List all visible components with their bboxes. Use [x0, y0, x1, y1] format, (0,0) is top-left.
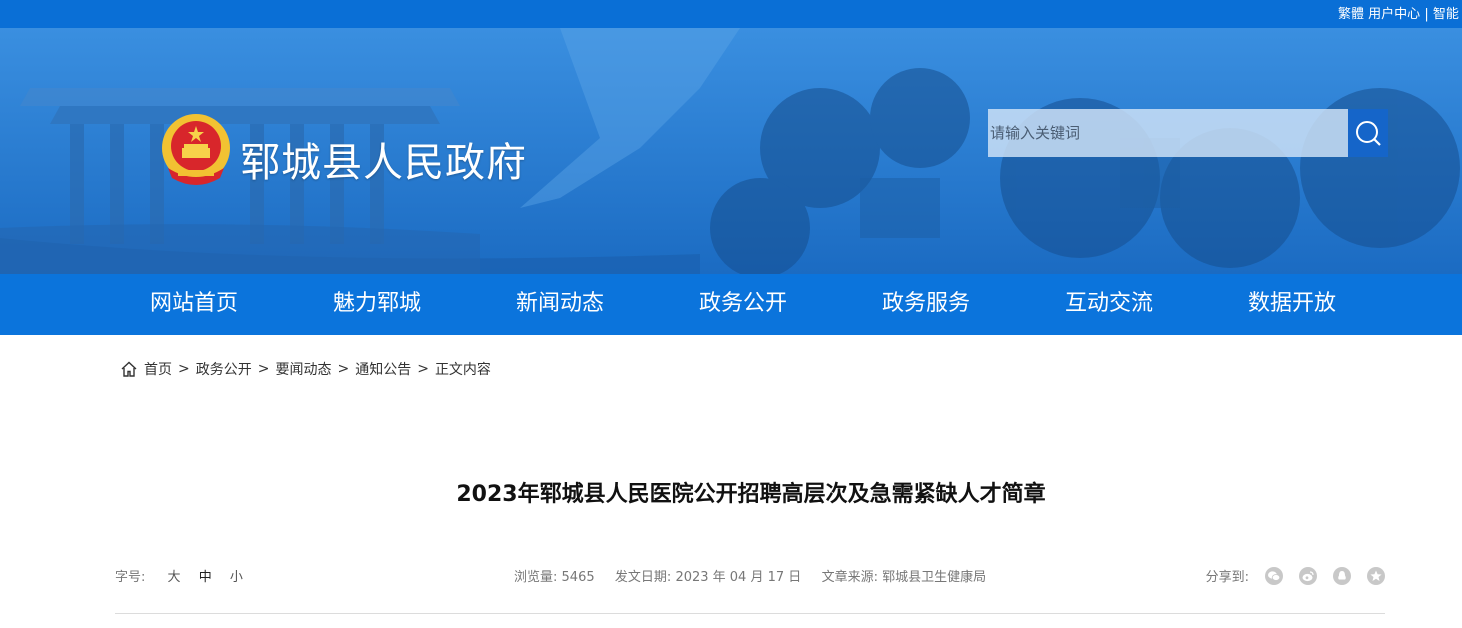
- font-size-large[interactable]: 大: [168, 570, 181, 585]
- share-group: 分享到:: [1206, 566, 1385, 585]
- search-input[interactable]: [988, 109, 1348, 157]
- article-title: 2023年郓城县人民医院公开招聘高层次及急需紧缺人才简章: [456, 482, 1046, 507]
- article-source: 郓城县卫生健康局: [882, 570, 987, 585]
- search-button[interactable]: [1348, 109, 1388, 157]
- nav-item-charm[interactable]: 魅力郓城: [333, 274, 421, 335]
- site-title[interactable]: 郓城县人民政府: [240, 130, 527, 188]
- breadcrumb-separator: >: [417, 361, 429, 377]
- date-label: 发文日期:: [614, 570, 672, 585]
- views-label: 浏览量:: [514, 570, 558, 585]
- nav-item-open-data[interactable]: 数据开放: [1248, 274, 1336, 335]
- qq-icon[interactable]: [1333, 566, 1351, 585]
- breadcrumb-separator: >: [257, 361, 270, 377]
- home-icon[interactable]: [120, 360, 138, 378]
- breadcrumb-gov-affairs[interactable]: 政务公开: [196, 359, 252, 379]
- font-size-label: 字号:: [115, 570, 146, 585]
- breadcrumb-current: 正文内容: [434, 362, 491, 378]
- breadcrumb-separator: >: [337, 361, 350, 377]
- smart-link[interactable]: 智能: [1433, 7, 1459, 22]
- nav-item-home[interactable]: 网站首页: [150, 274, 238, 335]
- nav-item-interaction[interactable]: 互动交流: [1065, 274, 1153, 335]
- article-meta: 字号: 大 中 小 浏览量: 5465 发文日期: 2023 年 04 月 17…: [115, 566, 1385, 586]
- views-count: 5465: [561, 570, 595, 585]
- nav-item-gov-services[interactable]: 政务服务: [882, 274, 970, 335]
- breadcrumb-notices[interactable]: 通知公告: [355, 359, 411, 379]
- breadcrumb-separator: >: [178, 361, 190, 377]
- font-size-small[interactable]: 小: [230, 570, 243, 585]
- breadcrumb-news[interactable]: 要闻动态: [275, 359, 331, 379]
- top-utility-bar: 繁體 用户中心 | 智能: [0, 0, 1462, 28]
- user-center-link[interactable]: 用户中心: [1368, 7, 1420, 22]
- weibo-icon[interactable]: [1299, 566, 1317, 585]
- breadcrumb-home[interactable]: 首页: [144, 359, 172, 379]
- qzone-icon[interactable]: [1367, 566, 1385, 585]
- main-nav: 网站首页 魅力郓城 新闻动态 政务公开 政务服务 互动交流 数据开放: [0, 274, 1462, 335]
- font-size-medium[interactable]: 中: [199, 570, 212, 585]
- publish-date: 2023 年 04 月 17 日: [675, 570, 802, 585]
- nav-item-gov-affairs[interactable]: 政务公开: [699, 274, 787, 335]
- font-size-selector: 字号: 大 中 小: [115, 566, 243, 585]
- article-info: 浏览量: 5465 发文日期: 2023 年 04 月 17 日 文章来源: 郓…: [514, 566, 986, 585]
- national-emblem-icon: [162, 114, 230, 185]
- traditional-chinese-link[interactable]: 繁體: [1338, 7, 1364, 22]
- header-banner: 郓城县人民政府: [0, 28, 1462, 274]
- nav-item-news[interactable]: 新闻动态: [516, 274, 604, 335]
- wechat-icon[interactable]: [1265, 566, 1283, 585]
- topbar-separator: |: [1424, 7, 1429, 22]
- meta-divider: [115, 613, 1385, 614]
- search-icon: [1356, 121, 1381, 146]
- breadcrumb: 首页 > 政务公开 > 要闻动态 > 通知公告 > 正文内容: [120, 359, 491, 379]
- share-label: 分享到:: [1205, 570, 1249, 585]
- source-label: 文章来源:: [821, 570, 878, 585]
- topbar-links: 繁體 用户中心 | 智能: [1338, 3, 1459, 22]
